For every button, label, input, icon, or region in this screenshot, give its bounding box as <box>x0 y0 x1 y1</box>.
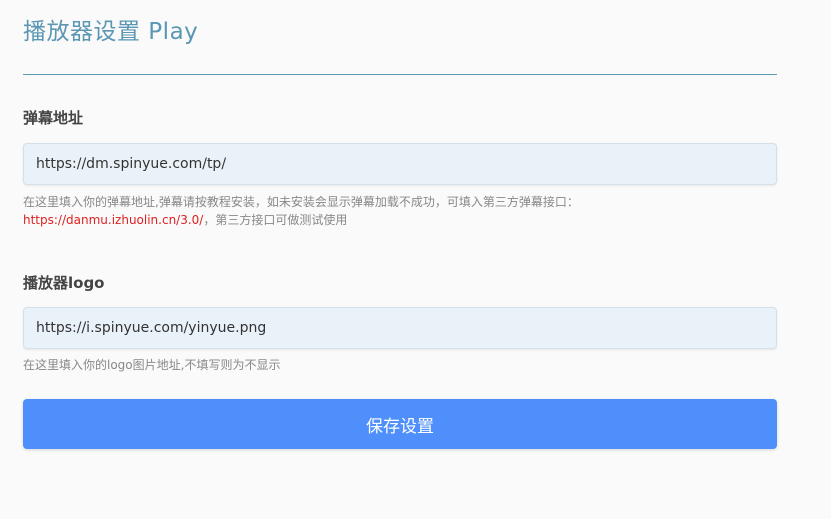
logo-help: 在这里填入你的logo图片地址,不填写则为不显示 <box>23 358 281 372</box>
danmu-label: 弹幕地址 <box>23 109 84 127</box>
danmu-help-suffix: ，第三方接口可做测试使用 <box>203 213 348 227</box>
third-party-danmu-link[interactable]: https://danmu.izhuolin.cn/3.0/ <box>23 213 203 227</box>
logo-url-input[interactable] <box>23 307 777 349</box>
danmu-help: 在这里填入你的弹幕地址,弹幕请按教程安装，如未安装会显示弹幕加载不成功，可填入第… <box>23 193 777 229</box>
danmu-help-text: 在这里填入你的弹幕地址,弹幕请按教程安装，如未安装会显示弹幕加载不成功，可填入第… <box>23 195 579 209</box>
page-title: 播放器设置 Play <box>23 19 199 45</box>
danmu-url-input[interactable] <box>23 143 777 185</box>
logo-label: 播放器logo <box>23 274 105 292</box>
title-divider <box>23 74 777 75</box>
save-settings-button[interactable]: 保存设置 <box>23 399 777 449</box>
